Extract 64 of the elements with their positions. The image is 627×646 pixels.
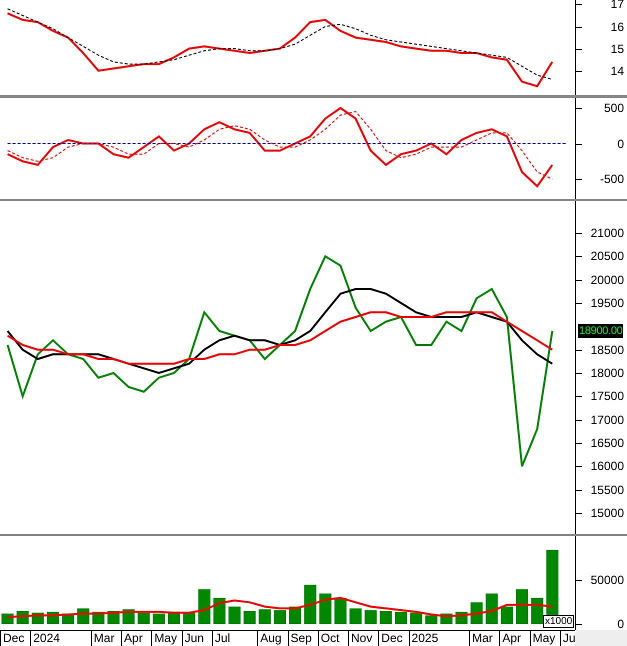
date-label: Nov: [348, 631, 372, 646]
date-label: Jul: [212, 631, 230, 646]
date-label: Dec: [378, 631, 403, 646]
axis-label: 19500: [590, 296, 624, 310]
axis-label: 20500: [590, 249, 624, 264]
axis-label: 17500: [590, 389, 624, 404]
unit-label: x1000: [543, 615, 574, 628]
volume-bar: [138, 612, 150, 624]
axis-label: 17000: [590, 412, 624, 427]
volume-bar: [319, 594, 332, 624]
volume-bar: [380, 611, 392, 624]
volume-bar: [350, 608, 362, 624]
price-badge: 18900.00: [578, 324, 624, 338]
axis-label: -500: [600, 172, 624, 186]
volume-bar: [394, 612, 408, 624]
volume-bar: [213, 598, 226, 624]
volume-bar: [500, 606, 513, 624]
volume-bar: [244, 611, 256, 624]
axis-label: 17: [610, 0, 624, 12]
date-label: Oct: [318, 631, 340, 646]
axis-label: 500: [604, 100, 624, 115]
axis-label: 18000: [590, 366, 624, 380]
axis-label: 21000: [590, 226, 624, 240]
date-label: Mar: [90, 631, 114, 646]
axis-label: 15500: [590, 482, 624, 497]
axis-label: 18500: [590, 342, 624, 357]
volume-bar: [228, 606, 241, 624]
volume-bar: [2, 614, 14, 624]
volume-bar: [486, 594, 498, 624]
axis-label: 14: [610, 64, 624, 78]
volume-bar: [274, 610, 286, 624]
axis-label: 16000: [590, 459, 624, 474]
axis-label: 0: [617, 617, 624, 632]
date-label: Aug: [257, 631, 282, 646]
corner-panel: [575, 630, 627, 646]
date-label: May: [530, 631, 556, 646]
date-label: Apr: [121, 631, 143, 646]
volume-bar: [470, 602, 483, 624]
axis-label: 50000: [590, 573, 624, 588]
date-label: Sep: [288, 631, 312, 646]
date-label: Jun: [182, 631, 204, 646]
volume-bar: [531, 598, 544, 624]
volume-bar: [410, 612, 422, 624]
volume-bar: [198, 589, 210, 624]
volume-bar: [334, 598, 347, 624]
date-label: 2025: [408, 631, 438, 646]
volume-bar: [152, 614, 165, 624]
date-label: May: [151, 631, 177, 646]
volume-bar: [364, 610, 377, 624]
volume-bar: [258, 609, 271, 624]
date-label: Apr: [499, 631, 522, 646]
axis-label: 15000: [590, 506, 624, 520]
axis-label: 16: [610, 20, 624, 34]
volume-bar: [304, 584, 316, 624]
date-label: Mar: [469, 631, 493, 646]
volume-bar: [425, 615, 438, 624]
axis-label: 16500: [590, 436, 624, 450]
axis-label: 0: [617, 136, 624, 151]
axis-label: 15: [610, 42, 624, 56]
date-label: Dec: [0, 631, 24, 646]
volume-bar: [516, 589, 528, 624]
volume-bar: [183, 612, 196, 624]
axis-label: 20000: [590, 272, 624, 287]
date-label: 2024: [30, 631, 60, 646]
